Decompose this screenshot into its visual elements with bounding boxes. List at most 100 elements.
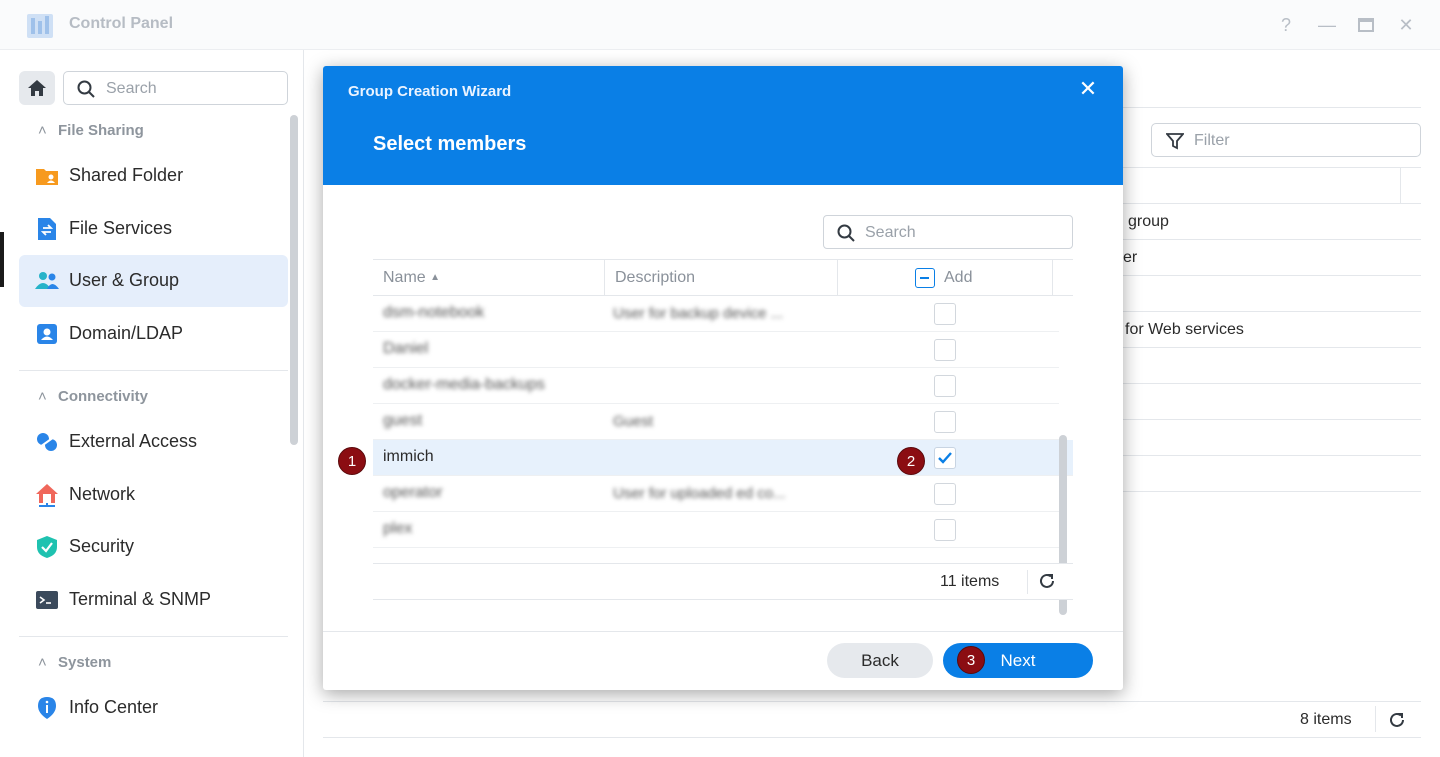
sidebar-item-label: User & Group [69, 270, 180, 290]
add-checkbox[interactable] [934, 411, 956, 433]
minimize-icon[interactable]: — [1316, 14, 1338, 36]
member-name: operator [383, 484, 443, 501]
sidebar-item-terminal-snmp[interactable]: Terminal & SNMP [19, 574, 288, 626]
filter-input[interactable]: Filter [1151, 123, 1421, 157]
column-header-name[interactable]: Name ▲ [383, 269, 440, 287]
user-group-icon [35, 272, 59, 289]
bg-divider [323, 701, 1421, 702]
search-placeholder: Search [865, 224, 916, 241]
bg-divider [1122, 455, 1421, 456]
filter-icon [1166, 133, 1184, 150]
bg-cell: for Web services [1125, 321, 1244, 338]
bg-divider [1122, 107, 1421, 108]
sidebar-search-placeholder: Search [106, 80, 157, 97]
bg-divider [1122, 167, 1421, 168]
sidebar-item-network[interactable]: Network [19, 469, 288, 521]
search-icon [77, 80, 95, 98]
sidebar-search-input[interactable]: Search [63, 71, 288, 105]
refresh-icon[interactable] [1038, 572, 1056, 590]
sidebar-scrollbar[interactable] [290, 115, 298, 445]
table-row-selected[interactable]: immich [373, 440, 1073, 476]
add-checkbox[interactable] [934, 303, 956, 325]
sidebar-item-label: Shared Folder [69, 165, 184, 185]
column-separator[interactable] [837, 260, 838, 296]
bg-cell: er [1123, 249, 1138, 266]
bg-items-count: 8 items [1300, 711, 1352, 728]
member-search-input[interactable]: Search [823, 215, 1073, 249]
table-header: Name ▲ Description Add [373, 259, 1073, 296]
member-description: Guest [613, 413, 654, 430]
column-header-description[interactable]: Description [615, 269, 695, 287]
sidebar-item-info-center[interactable]: Info Center [19, 682, 288, 734]
column-separator[interactable] [1052, 260, 1053, 296]
table-footer: 11 items [373, 563, 1073, 600]
group-creation-wizard-dialog: Group Creation Wizard ✕ Select members S… [323, 66, 1123, 690]
search-icon [837, 224, 855, 242]
bg-divider [1122, 419, 1421, 420]
select-all-checkbox[interactable] [915, 268, 935, 288]
chevron-up-icon: ˄ [38, 122, 47, 139]
member-name: immich [383, 448, 434, 465]
sidebar-item-domain-ldap[interactable]: Domain/LDAP [19, 308, 288, 360]
annotation-badge-1: 1 [338, 447, 366, 475]
back-button[interactable]: Back [827, 643, 933, 678]
sidebar-item-label: Network [69, 484, 136, 504]
table-row[interactable]: operator User for uploaded ed co... [373, 476, 1059, 512]
table-row[interactable]: plex [373, 512, 1059, 548]
home-button[interactable] [19, 71, 55, 105]
file-services-icon [38, 218, 56, 240]
member-name: guest [383, 412, 423, 429]
title-bar: Control Panel ? — ✕ [0, 0, 1440, 50]
sidebar-item-external-access[interactable]: External Access [19, 416, 288, 468]
member-name: dsm-notebook [383, 304, 485, 321]
external-access-icon [37, 433, 57, 451]
section-connectivity[interactable]: ˄ Connectivity [38, 388, 148, 405]
bg-divider [1122, 275, 1421, 276]
dialog-title: Group Creation Wizard [348, 83, 512, 100]
column-separator[interactable] [604, 260, 605, 296]
step-title: Select members [373, 133, 527, 155]
table-row[interactable]: dsm-notebook User for backup device ... [373, 296, 1059, 332]
add-checkbox[interactable] [934, 483, 956, 505]
sidebar-item-shared-folder[interactable]: Shared Folder [19, 150, 288, 202]
help-icon[interactable]: ? [1275, 14, 1297, 36]
member-name: Daniel [383, 340, 429, 357]
table-row[interactable]: guest Guest [373, 404, 1059, 440]
sidebar-item-label: Security [69, 536, 135, 556]
refresh-icon[interactable] [1388, 711, 1406, 729]
chevron-up-icon: ˄ [38, 388, 47, 405]
network-icon [36, 484, 58, 507]
table-row[interactable]: Daniel [373, 332, 1059, 368]
member-name: docker-media-backups [383, 376, 545, 393]
sidebar-item-security[interactable]: Security [19, 521, 288, 573]
security-shield-icon [37, 536, 57, 558]
info-center-icon [38, 697, 56, 719]
bg-divider [1122, 203, 1421, 204]
bg-divider [323, 737, 1421, 738]
member-description: User for uploaded ed co... [613, 485, 786, 502]
control-panel-app-icon [27, 14, 53, 38]
add-checkbox[interactable] [934, 519, 956, 541]
add-checkbox-checked[interactable] [934, 447, 956, 469]
checkmark-icon [938, 452, 952, 464]
section-file-sharing[interactable]: ˄ File Sharing [38, 122, 144, 139]
domain-ldap-icon [37, 324, 57, 344]
section-system[interactable]: ˄ System [38, 654, 111, 671]
sidebar-item-file-services[interactable]: File Services [19, 203, 288, 255]
table-row[interactable]: docker-media-backups [373, 368, 1059, 404]
annotation-badge-3: 3 [957, 646, 985, 674]
sidebar-item-user-group[interactable]: User & Group [19, 255, 288, 307]
bg-divider [1122, 347, 1421, 348]
sidebar-divider [19, 636, 288, 637]
add-checkbox[interactable] [934, 375, 956, 397]
bg-column-separator [1375, 706, 1376, 732]
add-checkbox[interactable] [934, 339, 956, 361]
footer-separator [1027, 570, 1028, 594]
maximize-icon[interactable] [1355, 14, 1377, 36]
close-window-icon[interactable]: ✕ [1395, 14, 1417, 36]
bg-divider [1122, 239, 1421, 240]
column-header-add: Add [944, 269, 973, 286]
chevron-up-icon: ˄ [38, 654, 47, 671]
sidebar-item-label: External Access [69, 431, 198, 451]
close-icon[interactable]: ✕ [1077, 78, 1099, 100]
